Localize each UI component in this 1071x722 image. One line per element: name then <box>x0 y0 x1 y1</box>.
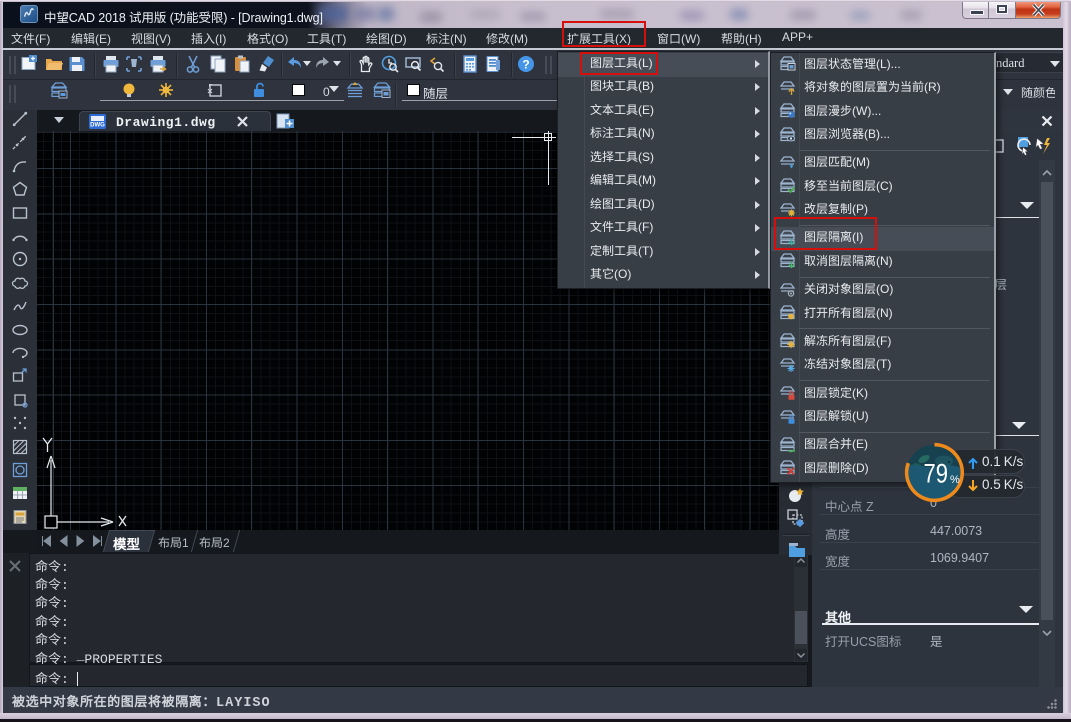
svg-text:DWG: DWG <box>90 123 105 129</box>
svg-text:79: 79 <box>924 459 949 489</box>
svg-text:%: % <box>950 474 960 486</box>
svg-text:?: ? <box>522 58 529 72</box>
